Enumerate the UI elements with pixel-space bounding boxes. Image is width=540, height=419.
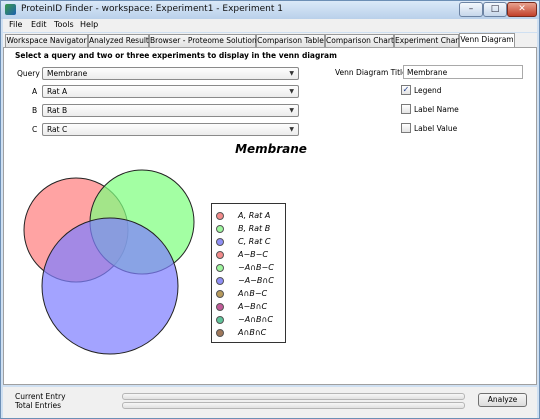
- venn-legend: A, Rat A B, Rat B C, Rat C A−B−C −A∩B−C −A−B∩…: [211, 203, 286, 343]
- a-label: A: [32, 87, 38, 96]
- tab-comparison-chart[interactable]: Comparison Chart: [325, 34, 394, 47]
- venn-set-c: [41, 217, 179, 355]
- b-label: B: [32, 106, 38, 115]
- legend-label: −A∩B−C: [238, 263, 274, 272]
- tab-experiment-chart[interactable]: Experiment Chart: [394, 34, 461, 47]
- legend-label: A∩B∩C: [238, 328, 267, 337]
- experiment-b-select[interactable]: Rat B ▼: [42, 104, 299, 117]
- venn-title-input-value: Membrane: [407, 68, 448, 77]
- legend-label: A, Rat A: [238, 211, 271, 220]
- tab-comparison-table[interactable]: Comparison Table: [256, 34, 325, 47]
- label-name-checkbox[interactable]: [401, 104, 411, 114]
- legend-label: −A−B∩C: [238, 276, 274, 285]
- legend-swatch: [216, 225, 224, 233]
- menu-tools[interactable]: Tools: [54, 20, 74, 29]
- main-window: ProteinID Finder - workspace: Experiment…: [0, 0, 540, 419]
- legend-label: A∩B−C: [238, 289, 268, 298]
- minimize-button[interactable]: –: [459, 2, 483, 17]
- experiment-a-select[interactable]: Rat A ▼: [42, 85, 299, 98]
- total-entries-progress: [122, 402, 465, 409]
- menu-bar: File Edit Tools Help: [3, 19, 537, 32]
- chevron-down-icon: ▼: [289, 70, 294, 77]
- chevron-down-icon: ▼: [289, 88, 294, 95]
- venn-title-input[interactable]: Membrane: [403, 65, 523, 79]
- label-value-checkbox-label: Label Value: [414, 124, 458, 133]
- maximize-button[interactable]: □: [483, 2, 507, 17]
- c-label: C: [32, 125, 38, 134]
- chevron-down-icon: ▼: [289, 107, 294, 114]
- legend-swatch: [216, 329, 224, 337]
- legend-swatch: [216, 303, 224, 311]
- legend-swatch: [216, 290, 224, 298]
- legend-label: A−B∩C: [238, 302, 268, 311]
- title-bar[interactable]: ProteinID Finder - workspace: Experiment…: [1, 1, 539, 19]
- legend-swatch: [216, 212, 224, 220]
- label-value-checkbox[interactable]: [401, 123, 411, 133]
- legend-swatch: [216, 316, 224, 324]
- tab-analyzed-result[interactable]: Analyzed Result: [88, 34, 149, 47]
- instruction-text: Select a query and two or three experime…: [15, 51, 337, 60]
- legend-label: A−B−C: [238, 250, 268, 259]
- legend-label: −A∩B∩C: [238, 315, 273, 324]
- experiment-b-value: Rat B: [47, 106, 68, 115]
- venn-title-label: Venn Diagram Title: [335, 68, 407, 77]
- legend-swatch: [216, 251, 224, 259]
- legend-checkbox-label: Legend: [414, 86, 442, 95]
- experiment-c-select[interactable]: Rat C ▼: [42, 123, 299, 136]
- label-name-checkbox-label: Label Name: [414, 105, 459, 114]
- legend-label: B, Rat B: [238, 224, 271, 233]
- venn-diagram-title: Membrane: [235, 142, 307, 156]
- query-label: Query: [17, 69, 40, 78]
- tab-workspace-navigator[interactable]: Workspace Navigator: [5, 34, 88, 47]
- legend-checkbox[interactable]: ✓: [401, 85, 411, 95]
- menu-edit[interactable]: Edit: [31, 20, 47, 29]
- current-entry-label: Current Entry: [15, 392, 66, 401]
- query-select-value: Membrane: [47, 69, 88, 78]
- chevron-down-icon: ▼: [289, 126, 294, 133]
- query-select[interactable]: Membrane ▼: [42, 67, 299, 80]
- close-button[interactable]: ✕: [507, 2, 537, 17]
- menu-help[interactable]: Help: [80, 20, 98, 29]
- legend-swatch: [216, 277, 224, 285]
- venn-diagram: [23, 169, 195, 355]
- legend-label: C, Rat C: [238, 237, 271, 246]
- tab-venn-diagram[interactable]: Venn Diagram: [459, 33, 515, 48]
- window-title: ProteinID Finder - workspace: Experiment…: [21, 4, 283, 14]
- app-icon: [5, 4, 16, 15]
- experiment-c-value: Rat C: [47, 125, 68, 134]
- tab-strip: Workspace Navigator Analyzed Result Brow…: [3, 33, 537, 48]
- analyze-button[interactable]: Analyze: [478, 393, 527, 407]
- total-entries-label: Total Entries: [15, 401, 62, 410]
- legend-swatch: [216, 238, 224, 246]
- tab-browser-proteome-solutions[interactable]: Browser - Proteome Solutions: [149, 34, 261, 47]
- experiment-a-value: Rat A: [47, 87, 68, 96]
- legend-swatch: [216, 264, 224, 272]
- menu-file[interactable]: File: [9, 20, 22, 29]
- current-entry-progress: [122, 393, 465, 400]
